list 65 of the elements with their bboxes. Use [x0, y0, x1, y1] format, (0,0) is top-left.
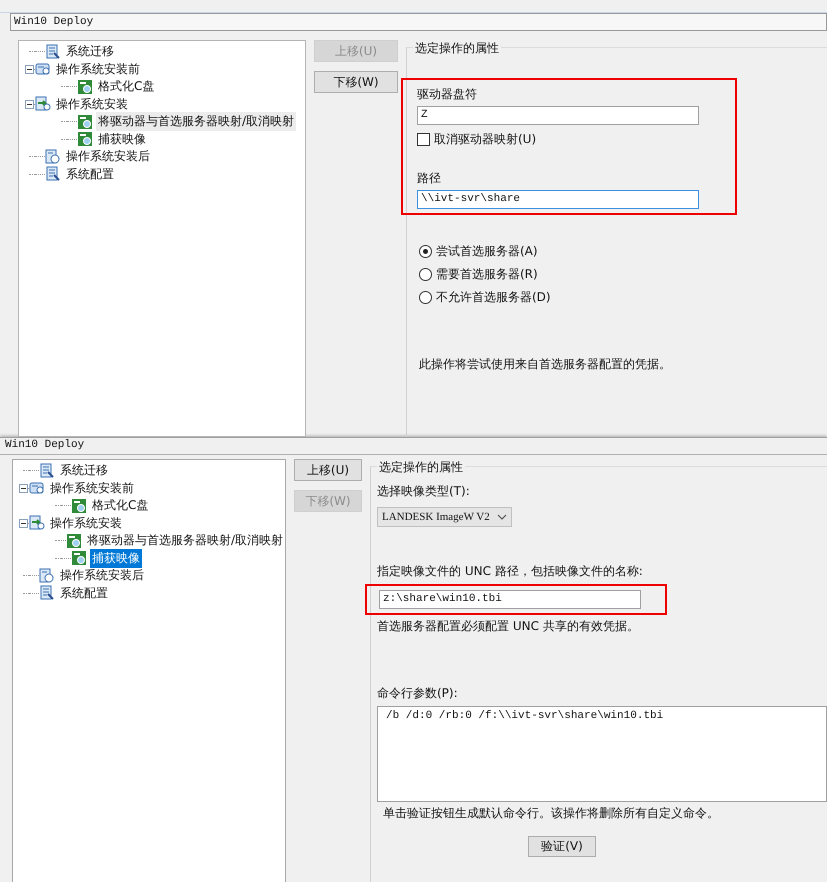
- gear-icon: [71, 498, 87, 514]
- collapse-icon[interactable]: [25, 64, 34, 74]
- gear-icon: [71, 550, 87, 566]
- group-title: 选定操作的属性: [413, 40, 501, 57]
- description-text: 此操作将尝试使用来自首选服务器配置的凭据。: [418, 356, 671, 373]
- document-icon: [45, 166, 61, 182]
- checkbox-label: 取消驱动器映射(U): [434, 131, 536, 148]
- tree-item[interactable]: 系统迁移: [64, 42, 116, 62]
- tree-item[interactable]: 捕获映像: [90, 548, 142, 568]
- field-label: 命令行参数(P):: [377, 685, 458, 702]
- window-title: Win10 Deploy: [0, 438, 827, 455]
- gear-icon: [77, 114, 93, 130]
- tree-item[interactable]: 操作系统安装前: [48, 478, 136, 498]
- tree-item[interactable]: 操作系统安装: [54, 94, 130, 114]
- group-title: 选定操作的属性: [377, 459, 465, 476]
- gear-icon: [66, 532, 82, 549]
- image-type-dropdown[interactable]: LANDESK ImageW V2: [377, 507, 512, 527]
- drive-icon: [35, 61, 51, 78]
- command-line-field[interactable]: /b /d:0 /rb:0 /f:\\ivt-svr\share\win10.tbi: [377, 706, 827, 802]
- chevron-icon: [497, 514, 507, 520]
- input-field[interactable]: z:\share\win10.tbi: [379, 590, 641, 609]
- verify-button[interactable]: 验证(V): [528, 836, 596, 857]
- input-field[interactable]: Z: [417, 106, 699, 125]
- collapse-icon[interactable]: [25, 100, 34, 109]
- disc-icon: [39, 568, 55, 584]
- tree-item[interactable]: 捕获映像: [96, 130, 148, 149]
- hint-text: 首选服务器配置必须配置 UNC 共享的有效凭据。: [377, 618, 639, 635]
- field-label: 路径: [417, 170, 441, 187]
- gear-icon: [77, 131, 93, 148]
- tree-item[interactable]: 系统迁移: [58, 461, 110, 480]
- tree-item[interactable]: 将驱动器与首选服务器映射/取消映射: [84, 531, 285, 550]
- install-icon: [29, 515, 45, 532]
- tree-item[interactable]: 操作系统安装后: [64, 147, 152, 166]
- disc-icon: [45, 148, 61, 165]
- radio-button[interactable]: [419, 291, 432, 304]
- drive-icon: [29, 480, 45, 496]
- field-label: 选择映像类型(T):: [377, 483, 470, 500]
- hint-text: 单击验证按钮生成默认命令行。该操作将删除所有自定义命令。: [382, 805, 719, 822]
- tree-item[interactable]: 格式化C盘: [96, 77, 156, 96]
- field-label: 驱动器盘符: [417, 86, 477, 103]
- install-icon: [35, 96, 51, 112]
- move-down-button[interactable]: 下移(W): [314, 71, 398, 93]
- radio-button[interactable]: [419, 245, 432, 258]
- tree-item[interactable]: 将驱动器与首选服务器映射/取消映射: [96, 112, 296, 132]
- tree-item[interactable]: 系统配置: [58, 584, 110, 603]
- collapse-icon[interactable]: [19, 484, 28, 493]
- tree-item[interactable]: 操作系统安装: [48, 514, 124, 533]
- tree-item[interactable]: 系统配置: [64, 164, 116, 184]
- checkbox[interactable]: [417, 133, 430, 146]
- window-title: Win10 Deploy: [10, 13, 827, 31]
- input-field[interactable]: \\ivt-svr\share: [417, 190, 699, 209]
- document-icon: [39, 585, 55, 602]
- radio-label: 不允许首选服务器(D): [436, 289, 551, 306]
- tree-item[interactable]: 操作系统安装前: [54, 60, 142, 79]
- radio-label: 尝试首选服务器(A): [436, 243, 538, 260]
- tree-item[interactable]: 格式化C盘: [90, 496, 150, 516]
- radio-label: 需要首选服务器(R): [436, 266, 538, 283]
- move-up-button[interactable]: 上移(U): [294, 459, 362, 481]
- field-label: 指定映像文件的 UNC 路径，包括映像文件的名称:: [377, 563, 643, 580]
- gear-icon: [77, 78, 93, 95]
- document-icon: [45, 44, 61, 60]
- radio-button[interactable]: [419, 268, 432, 281]
- collapse-icon[interactable]: [19, 518, 28, 528]
- document-icon: [39, 462, 55, 479]
- tree-item[interactable]: 操作系统安装后: [58, 566, 146, 586]
